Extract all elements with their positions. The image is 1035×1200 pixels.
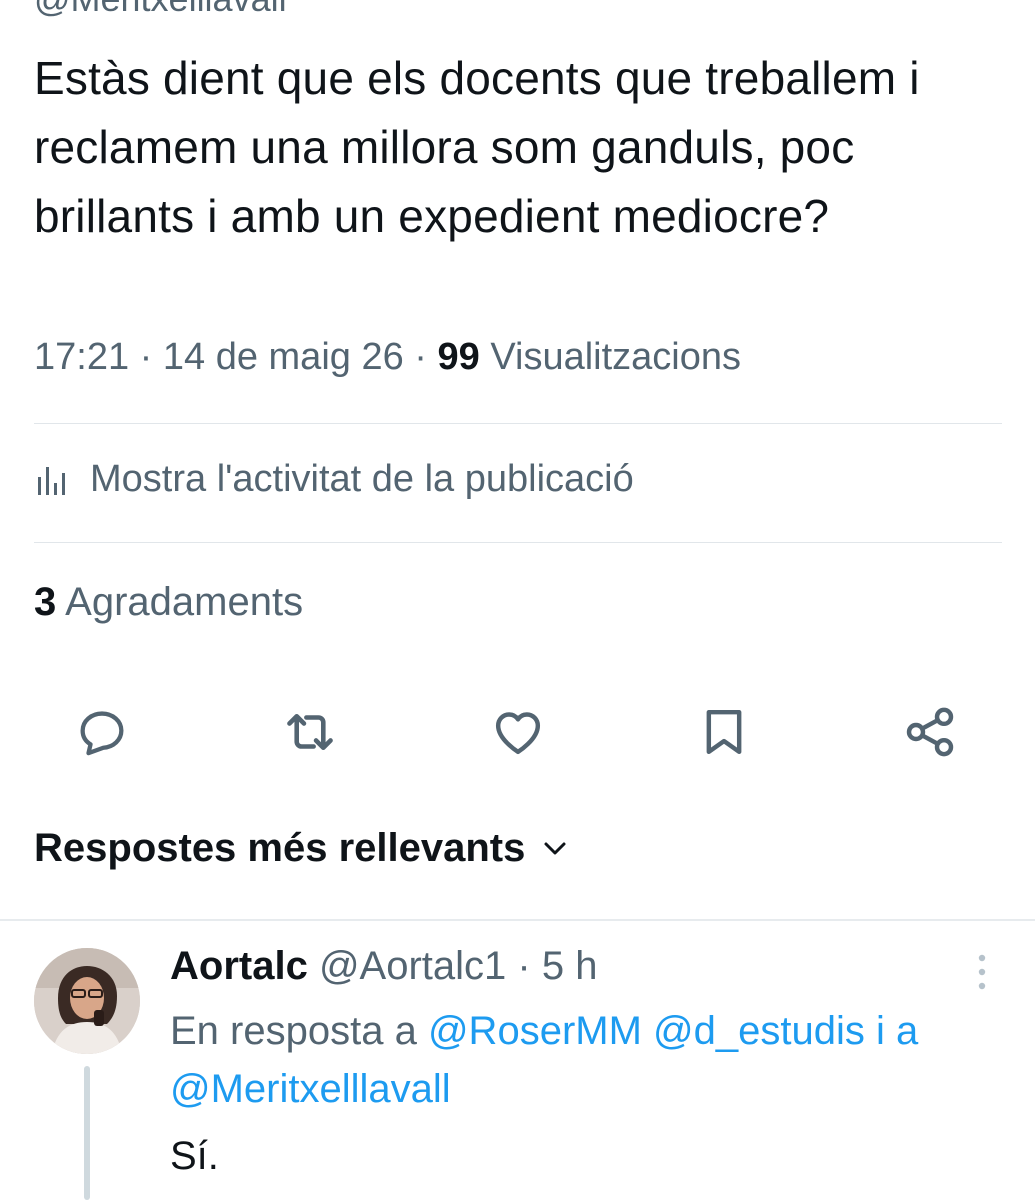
analytics-icon [38, 466, 65, 495]
reply-header: Aortalc @Aortalc1 · 5 h [170, 944, 597, 989]
views-label: Visualitzacions [490, 336, 741, 378]
reply-time[interactable]: 5 h [542, 944, 598, 988]
mention-conjunction: i [876, 1009, 885, 1053]
reply-icon [80, 711, 124, 756]
divider [0, 919, 1035, 921]
user-photo [34, 948, 140, 1054]
tweet-time[interactable]: 17:21 [34, 336, 129, 378]
more-vertical-icon [978, 954, 986, 990]
like-button[interactable] [486, 700, 550, 764]
reply-button[interactable] [70, 700, 134, 764]
reply-author-handle[interactable]: @Aortalc1 [319, 944, 506, 988]
divider [34, 542, 1002, 543]
tweet-meta: 17:21 · 14 de maig 26 · 99 Visualitzacio… [34, 336, 741, 379]
replies-sort-selector[interactable]: Respostes més rellevants [34, 826, 567, 871]
like-icon [495, 712, 541, 755]
likes-count: 3 [34, 580, 57, 624]
tweet-text: Estàs dient que els docents que treballe… [34, 52, 920, 242]
mention-conjunction: a [896, 1009, 919, 1053]
action-bar [0, 700, 1035, 764]
author-handle[interactable]: @Meritxelllavall [34, 0, 287, 20]
more-options-button[interactable] [968, 952, 996, 992]
reply-to-prefix: En resposta a [170, 1009, 417, 1053]
avatar[interactable] [34, 948, 140, 1054]
bookmark-button[interactable] [692, 700, 756, 764]
retweet-button[interactable] [278, 700, 342, 764]
meta-separator: · [139, 336, 153, 378]
mention-link[interactable]: @d_estudis [653, 1009, 865, 1053]
thread-line [84, 1066, 90, 1200]
reply-context: En resposta a @RoserMM @d_estudis i a @M… [170, 1002, 1010, 1118]
tweet-date[interactable]: 14 de maig 26 [163, 336, 404, 378]
divider [34, 423, 1002, 424]
activity-label: Mostra l'activitat de la publicació [90, 458, 634, 500]
likes-label: Agradaments [65, 580, 304, 624]
views-count: 99 [437, 336, 480, 378]
meta-separator: · [414, 336, 427, 378]
likes-summary[interactable]: 3 Agradaments [34, 580, 303, 625]
share-button[interactable] [898, 700, 962, 764]
mention-link[interactable]: @RoserMM [428, 1009, 642, 1053]
post-activity-link[interactable]: Mostra l'activitat de la publicació [34, 458, 634, 501]
reply-text: Sí. [170, 1134, 219, 1178]
replies-sort-label: Respostes més rellevants [34, 826, 526, 870]
share-icon [906, 707, 954, 757]
bookmark-icon [706, 709, 742, 755]
retweet-icon [287, 713, 333, 751]
meta-separator: · [517, 944, 531, 988]
mention-link[interactable]: @Meritxelllavall [170, 1067, 451, 1111]
chevron-down-icon [544, 842, 566, 854]
reply-author-name[interactable]: Aortalc [170, 944, 308, 988]
